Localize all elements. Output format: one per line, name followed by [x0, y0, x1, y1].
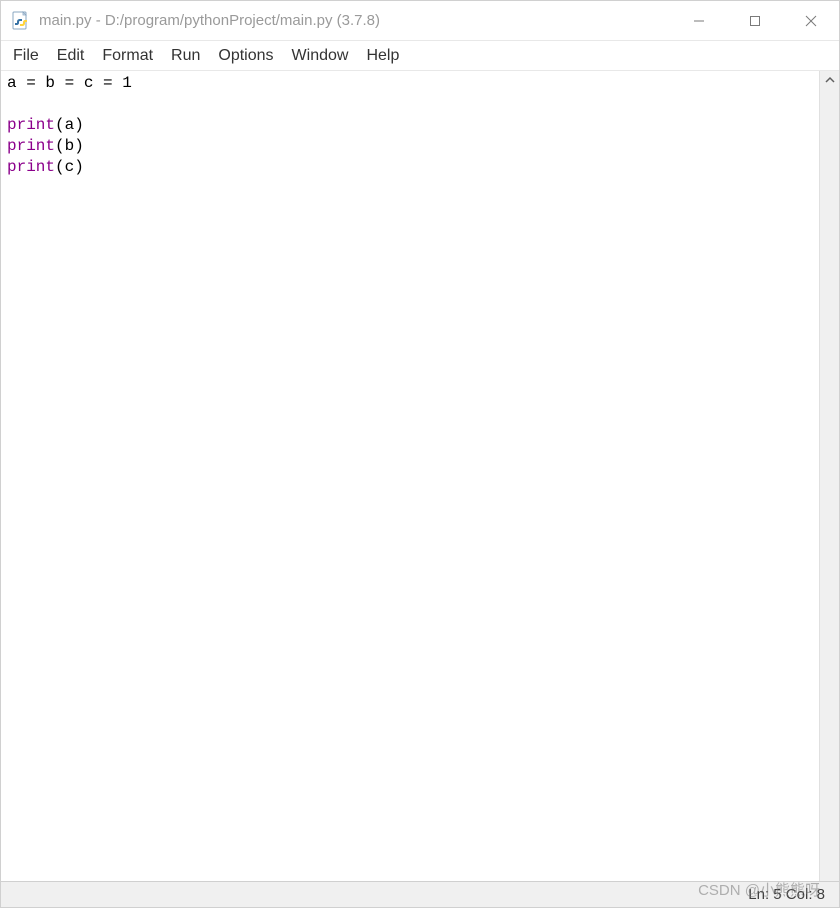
maximize-button[interactable] [727, 1, 783, 40]
python-file-icon [11, 11, 31, 31]
menu-edit[interactable]: Edit [53, 45, 89, 67]
titlebar: main.py - D:/program/pythonProject/main.… [1, 1, 839, 41]
window-controls [671, 1, 839, 40]
minimize-button[interactable] [671, 1, 727, 40]
vertical-scrollbar[interactable] [819, 71, 839, 881]
menubar: File Edit Format Run Options Window Help [1, 41, 839, 71]
menu-options[interactable]: Options [214, 45, 277, 67]
code-line: print(c) [7, 157, 813, 178]
code-line: a = b = c = 1 [7, 73, 813, 94]
menu-run[interactable]: Run [167, 45, 204, 67]
editor-wrap: a = b = c = 1 print(a)print(b)print(c) [1, 71, 839, 881]
close-button[interactable] [783, 1, 839, 40]
window-title: main.py - D:/program/pythonProject/main.… [39, 12, 671, 29]
code-line: print(a) [7, 115, 813, 136]
code-line [7, 94, 813, 115]
menu-help[interactable]: Help [362, 45, 403, 67]
code-line: print(b) [7, 136, 813, 157]
menu-format[interactable]: Format [98, 45, 157, 67]
menu-window[interactable]: Window [288, 45, 353, 67]
statusbar: Ln: 5 Col: 8 [1, 881, 839, 907]
menu-file[interactable]: File [9, 45, 43, 67]
scroll-up-icon[interactable] [820, 71, 839, 89]
cursor-position: Ln: 5 Col: 8 [748, 886, 825, 903]
code-editor[interactable]: a = b = c = 1 print(a)print(b)print(c) [1, 71, 819, 881]
